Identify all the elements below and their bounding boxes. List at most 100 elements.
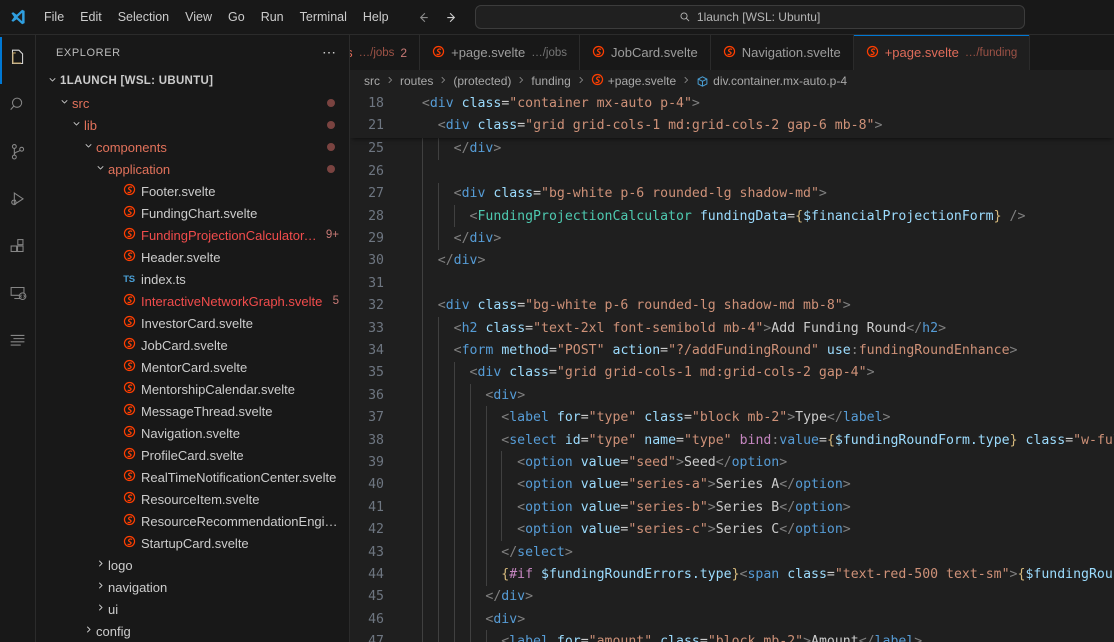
code-line[interactable]: 46 <div>: [350, 608, 1114, 630]
code-line[interactable]: 37 <label for="type" class="block mb-2">…: [350, 406, 1114, 428]
tree-file-row[interactable]: ProfileCard.svelte: [36, 444, 349, 466]
code-line[interactable]: 35 <div class="grid grid-cols-1 md:grid-…: [350, 362, 1114, 384]
tree-file-row[interactable]: StartupCard.svelte: [36, 532, 349, 554]
code-line[interactable]: 42 <option value="series-c">Series C</op…: [350, 518, 1114, 540]
breadcrumb-item[interactable]: funding: [531, 74, 570, 88]
tree-folder-row[interactable]: config: [36, 620, 349, 642]
code-line[interactable]: 40 <option value="series-a">Series A</op…: [350, 474, 1114, 496]
tree-file-row[interactable]: Footer.svelte: [36, 180, 349, 202]
editor-tab[interactable]: JobCard.svelte: [580, 35, 711, 70]
twisty[interactable]: [92, 162, 108, 176]
tree-file-row[interactable]: MessageThread.svelte: [36, 400, 349, 422]
activity-remote-explorer[interactable]: [0, 272, 36, 319]
tree-file-row[interactable]: TSindex.ts: [36, 268, 349, 290]
breadcrumb-item[interactable]: src: [364, 74, 380, 88]
menu-terminal[interactable]: Terminal: [292, 6, 355, 28]
code-line[interactable]: 45 </div>: [350, 586, 1114, 608]
tree-file-row[interactable]: InteractiveNetworkGraph.svelte5: [36, 290, 349, 312]
code-line[interactable]: 39 <option value="seed">Seed</option>: [350, 451, 1114, 473]
activity-extensions[interactable]: [0, 225, 36, 272]
tree-folder-row[interactable]: lib: [36, 114, 349, 136]
code-editor[interactable]: 18 <div class="container mx-auto p-4">21…: [350, 92, 1114, 642]
tree-folder-row[interactable]: navigation: [36, 576, 349, 598]
tree-file-row[interactable]: MentorshipCalendar.svelte: [36, 378, 349, 400]
code-line[interactable]: 21 <div class="grid grid-cols-1 md:grid-…: [350, 114, 1114, 136]
tree-file-row[interactable]: JobCard.svelte: [36, 334, 349, 356]
code-token: use: [827, 343, 851, 358]
command-center[interactable]: 1launch [WSL: Ubuntu]: [475, 5, 1025, 29]
editor-tab[interactable]: erver.ts…/jobs2: [350, 35, 420, 70]
tree-folder-row[interactable]: application: [36, 158, 349, 180]
code-line[interactable]: 38 <select id="type" name="type" bind:va…: [350, 429, 1114, 451]
menu-edit[interactable]: Edit: [72, 6, 110, 28]
breadcrumb-item[interactable]: (protected): [453, 74, 511, 88]
editor-tab[interactable]: +page.svelte…/jobs: [420, 35, 580, 70]
code-line[interactable]: 32 <div class="bg-white p-6 rounded-lg s…: [350, 295, 1114, 317]
editor-tab[interactable]: +page.svelte…/funding: [854, 35, 1031, 70]
code-content[interactable]: 25 </div>2627 <div class="bg-white p-6 r…: [350, 138, 1114, 642]
indent-space: [406, 589, 485, 604]
tree-root-row[interactable]: 1LAUNCH [WSL: UBUNTU]: [36, 70, 349, 92]
tree-file-row[interactable]: ResourceItem.svelte: [36, 488, 349, 510]
tree-file-row[interactable]: ResourceRecommendationEngine.svelte: [36, 510, 349, 532]
code-line[interactable]: 25 </div>: [350, 138, 1114, 160]
activity-source-control[interactable]: [0, 131, 36, 178]
code-line[interactable]: 18 <div class="container mx-auto p-4">: [350, 92, 1114, 114]
tree-file-row[interactable]: Navigation.svelte: [36, 422, 349, 444]
menu-help[interactable]: Help: [355, 6, 397, 28]
code-token: =: [676, 433, 684, 448]
code-line[interactable]: 27 <div class="bg-white p-6 rounded-lg s…: [350, 183, 1114, 205]
tree-folder-row[interactable]: components: [36, 136, 349, 158]
activity-search[interactable]: [0, 84, 36, 131]
twisty[interactable]: [80, 140, 96, 154]
breadcrumb-item[interactable]: div.container.mx-auto.p-4: [696, 74, 847, 88]
breadcrumb-item[interactable]: routes: [400, 74, 433, 88]
twisty[interactable]: [80, 624, 96, 638]
code-line[interactable]: 34 <form method="POST" action="?/addFund…: [350, 339, 1114, 361]
menu-run[interactable]: Run: [253, 6, 292, 28]
tree-folder-row[interactable]: logo: [36, 554, 349, 576]
tree-file-row[interactable]: Header.svelte: [36, 246, 349, 268]
twisty[interactable]: [68, 118, 84, 132]
editor-tabs[interactable]: erver.ts…/jobs2+page.svelte…/jobsJobCard…: [350, 35, 1114, 70]
code-line[interactable]: 47 <label for="amount" class="block mb-2…: [350, 630, 1114, 642]
code-line[interactable]: 30 </div>: [350, 250, 1114, 272]
tree-folder-row[interactable]: ui: [36, 598, 349, 620]
activity-outline[interactable]: [0, 319, 36, 366]
ellipsis-icon[interactable]: ⋯: [322, 44, 341, 61]
activity-run-debug[interactable]: [0, 178, 36, 225]
tree-file-row[interactable]: RealTimeNotificationCenter.svelte: [36, 466, 349, 488]
twisty[interactable]: [92, 602, 108, 616]
tree-folder-row[interactable]: src: [36, 92, 349, 114]
editor-tab[interactable]: Navigation.svelte: [711, 35, 854, 70]
menu-view[interactable]: View: [177, 6, 220, 28]
file-tree[interactable]: 1LAUNCH [WSL: UBUNTU]srclibcomponentsapp…: [36, 70, 349, 642]
arrow-right-icon[interactable]: [443, 8, 461, 26]
activity-explorer[interactable]: [0, 37, 36, 84]
code-line[interactable]: 43 </select>: [350, 541, 1114, 563]
tree-file-row[interactable]: InvestorCard.svelte: [36, 312, 349, 334]
code-token: label: [509, 634, 549, 642]
menu-file[interactable]: File: [36, 6, 72, 28]
tree-file-row[interactable]: FundingChart.svelte: [36, 202, 349, 224]
code-line[interactable]: 31: [350, 272, 1114, 294]
twisty[interactable]: [92, 580, 108, 594]
menu-go[interactable]: Go: [220, 6, 253, 28]
code-line[interactable]: 29 </div>: [350, 227, 1114, 249]
sticky-scroll[interactable]: 18 <div class="container mx-auto p-4">21…: [350, 92, 1114, 138]
code-line[interactable]: 41 <option value="series-b">Series B</op…: [350, 496, 1114, 518]
twisty[interactable]: [56, 96, 72, 110]
menu-selection[interactable]: Selection: [110, 6, 177, 28]
code-line[interactable]: 33 <h2 class="text-2xl font-semibold mb-…: [350, 317, 1114, 339]
twisty[interactable]: [92, 558, 108, 572]
breadcrumb[interactable]: src routes (protected) funding +page.svelte d…: [350, 70, 1114, 92]
tree-file-row[interactable]: FundingProjectionCalculator.svelte9+: [36, 224, 349, 246]
code-line[interactable]: 36 <div>: [350, 384, 1114, 406]
code-line[interactable]: 28 <FundingProjectionCalculator fundingD…: [350, 205, 1114, 227]
code-line[interactable]: 26: [350, 160, 1114, 182]
code-line[interactable]: 44 {#if $fundingRoundErrors.type}<span c…: [350, 563, 1114, 585]
twisty[interactable]: [44, 74, 60, 88]
tree-file-row[interactable]: MentorCard.svelte: [36, 356, 349, 378]
arrow-left-icon[interactable]: [415, 8, 433, 26]
breadcrumb-item[interactable]: +page.svelte: [591, 73, 676, 89]
